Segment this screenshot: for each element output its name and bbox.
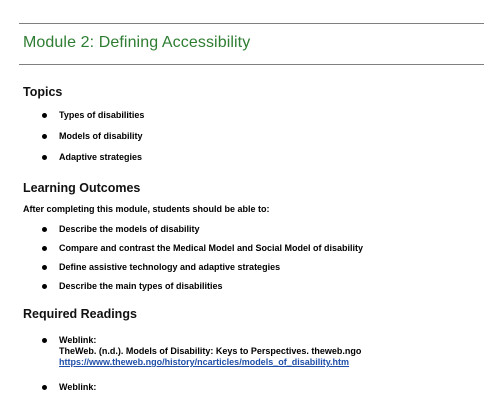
topic-text: Adaptive strategies	[59, 152, 143, 162]
weblink-label: Weblink:	[59, 382, 97, 392]
list-item: Define assistive technology and adaptive…	[40, 262, 363, 273]
title-divider	[19, 64, 484, 65]
bullet-icon	[42, 246, 47, 251]
topics-list: Types of disabilities Models of disabili…	[40, 110, 144, 173]
bullet-icon	[42, 265, 47, 270]
list-item: Types of disabilities	[40, 110, 144, 121]
list-item: Describe the models of disability	[40, 224, 363, 235]
list-item: Weblink:	[40, 382, 361, 393]
bullet-icon	[42, 134, 47, 139]
list-item: Describe the main types of disabilities	[40, 281, 363, 292]
module-title: Module 2: Defining Accessibility	[23, 34, 251, 51]
readings-list: Weblink: TheWeb. (n.d.). Models of Disab…	[40, 335, 361, 393]
outcomes-list: Describe the models of disability Compar…	[40, 224, 363, 300]
list-item: Models of disability	[40, 131, 144, 142]
reading-link[interactable]: https://www.theweb.ngo/history/ncarticle…	[59, 357, 361, 368]
top-divider	[19, 23, 484, 24]
bullet-icon	[42, 227, 47, 232]
list-item: Adaptive strategies	[40, 152, 144, 163]
topic-text: Models of disability	[59, 131, 143, 141]
bullet-icon	[42, 113, 47, 118]
list-item: Compare and contrast the Medical Model a…	[40, 243, 363, 254]
bullet-icon	[42, 385, 47, 390]
list-item: Weblink: TheWeb. (n.d.). Models of Disab…	[40, 335, 361, 368]
outcome-text: Compare and contrast the Medical Model a…	[59, 243, 364, 253]
reading-citation: TheWeb. (n.d.). Models of Disability: Ke…	[59, 346, 362, 356]
outcome-text: Describe the main types of disabilities	[59, 281, 223, 291]
required-readings-heading: Required Readings	[23, 307, 137, 321]
bullet-icon	[42, 338, 47, 343]
weblink-label: Weblink:	[59, 335, 97, 345]
outcomes-intro: After completing this module, students s…	[23, 204, 270, 214]
outcome-text: Describe the models of disability	[59, 224, 200, 234]
bullet-icon	[42, 284, 47, 289]
outcome-text: Define assistive technology and adaptive…	[59, 262, 281, 272]
topic-text: Types of disabilities	[59, 110, 145, 120]
bullet-icon	[42, 155, 47, 160]
topics-heading: Topics	[23, 85, 63, 99]
learning-outcomes-heading: Learning Outcomes	[23, 181, 141, 195]
